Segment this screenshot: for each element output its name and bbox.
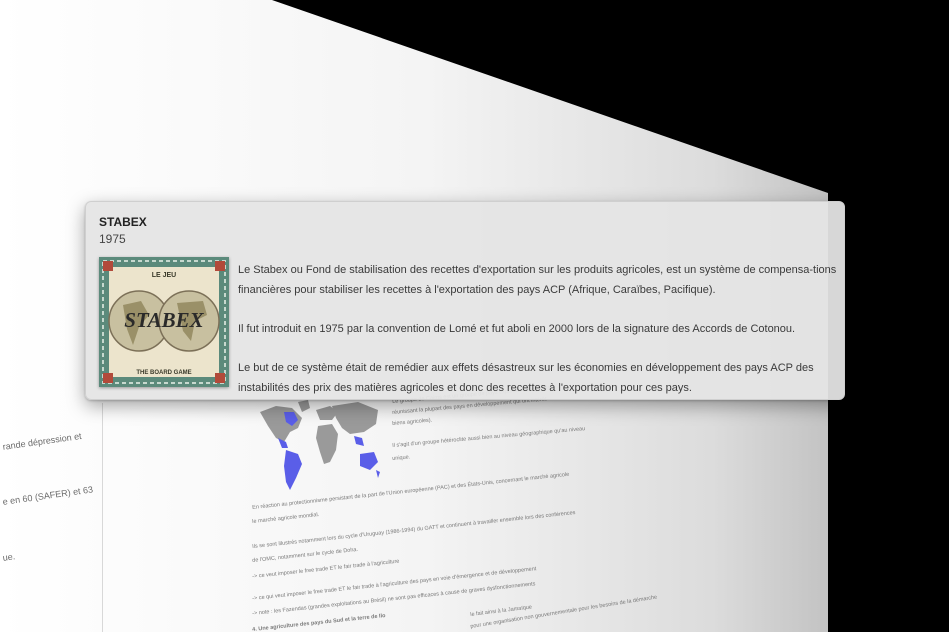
corner-ornament-bl [103, 373, 113, 383]
australia-highlight [360, 452, 378, 470]
tooltip-title: STABEX [99, 215, 147, 229]
main-line-5: -> ce veut imposer le free trade ET le f… [252, 558, 400, 580]
stabex-board-game-image: LE JEU STABEX THE BOARD GAME [99, 257, 229, 387]
left-fragment-1: rande dépression et [2, 430, 83, 452]
description-paragraph-2: Il fut introduit en 1975 par la conventi… [238, 323, 796, 335]
description-paragraph-3: Le but de ce système était de remédier a… [238, 362, 814, 394]
image-logo-text: STABEX [124, 308, 204, 332]
right-column-line-4: Il s'agit d'un groupe hétéroclite aussi … [392, 426, 586, 449]
left-fragment-3: ue. [2, 551, 16, 563]
left-fragment-2: e en 60 (SAFER) et 63 [2, 484, 94, 507]
south-america-highlight [284, 450, 302, 490]
corner-ornament-br [215, 373, 225, 383]
description-paragraph-1: Le Stabex ou Fond de stabilisation des r… [238, 264, 837, 296]
page-column-divider [102, 403, 103, 632]
tooltip-description: Le Stabex ou Fond de stabilisation des r… [238, 260, 838, 417]
corner-ornament-tl [103, 261, 113, 271]
southeast-asia-highlight [354, 436, 364, 446]
new-zealand-highlight [376, 470, 380, 478]
africa-shape [316, 424, 338, 464]
right-column-line-3: biens agricoles). [392, 417, 433, 427]
tooltip-year: 1975 [99, 232, 126, 246]
main-heading: 4. Une agriculture des pays du Sud et la… [252, 613, 386, 632]
right-column-line-5: unique. [392, 454, 411, 462]
main-line-2: le marché agricole mondial. [252, 511, 320, 525]
image-top-text: LE JEU [152, 272, 177, 279]
stabex-tooltip-card: STABEX 1975 LE JEU STABEX THE BOARD GAME… [85, 201, 845, 400]
image-bottom-text: THE BOARD GAME [136, 370, 191, 376]
main-line-4: de l'OMC, notamment sur le cycle de Doha… [252, 546, 359, 564]
corner-ornament-tr [215, 261, 225, 271]
